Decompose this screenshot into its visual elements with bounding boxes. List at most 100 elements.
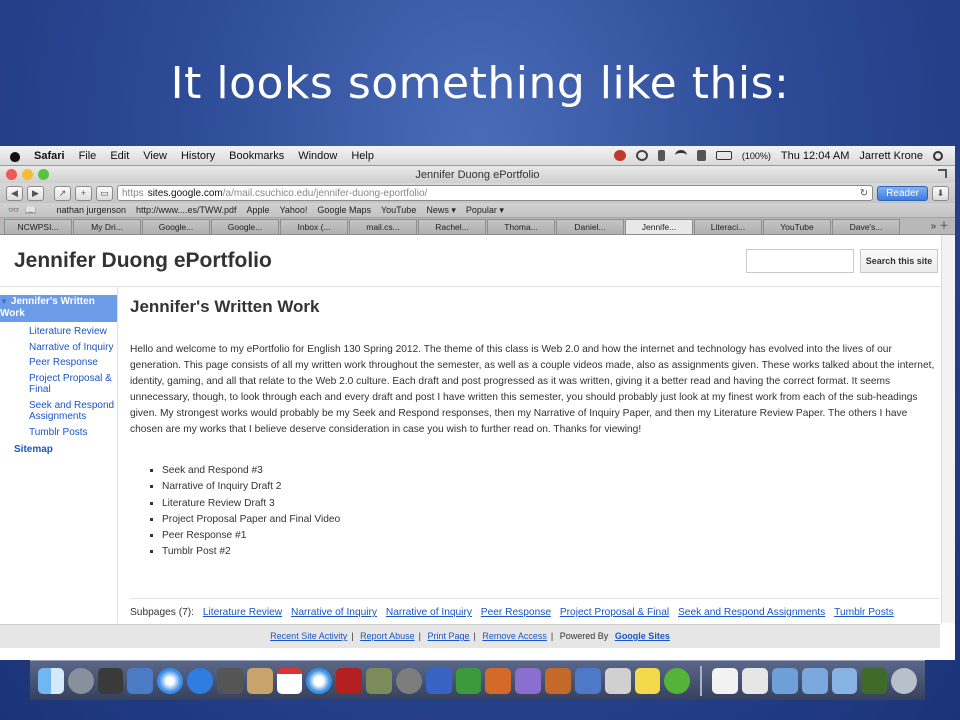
recent-activity-link[interactable]: Recent Site Activity [270, 631, 347, 641]
browser-tab[interactable]: Rachel... [418, 219, 486, 234]
browser-tab[interactable]: My Dri... [73, 219, 141, 234]
bookmarks-book-icon[interactable]: 📖 [25, 205, 36, 216]
site-title[interactable]: Jennifer Duong ePortfolio [14, 249, 272, 273]
spotlight-icon[interactable] [933, 150, 943, 161]
menu-app[interactable]: Safari [34, 150, 65, 162]
apple-icon[interactable] [10, 150, 20, 162]
subpage-link[interactable]: Tumblr Posts [834, 607, 894, 618]
browser-tab[interactable]: Thoma... [487, 219, 555, 234]
preview-icon[interactable] [604, 667, 631, 694]
menu-edit[interactable]: Edit [110, 150, 129, 162]
reload-icon[interactable]: ↻ [860, 188, 868, 199]
dashboard-icon[interactable] [97, 667, 124, 694]
subpage-link[interactable]: Narrative of Inquiry [291, 607, 377, 618]
browser-tab[interactable]: Google... [142, 219, 210, 234]
report-abuse-link[interactable]: Report Abuse [360, 631, 415, 641]
iphoto-icon[interactable] [366, 667, 392, 694]
browser-tab[interactable]: NCWPSI... [4, 219, 72, 234]
volume-icon[interactable] [696, 150, 706, 161]
bookmark-item[interactable]: News ▾ [426, 205, 456, 216]
system-preferences-icon[interactable] [395, 667, 422, 694]
facetime-icon[interactable] [216, 667, 243, 694]
pages-icon[interactable] [574, 667, 601, 694]
bookmark-item[interactable]: Apple [247, 205, 270, 215]
menu-file[interactable]: File [79, 150, 97, 162]
subpage-link[interactable]: Project Proposal & Final [560, 607, 669, 618]
reading-list-icon[interactable]: 👓 [8, 205, 19, 216]
folder-icon[interactable] [831, 667, 858, 694]
powerpoint-icon[interactable] [485, 667, 512, 694]
sidebar-toggle-icon[interactable]: ▭ [96, 185, 113, 201]
sidebar-item-narrative-of-inquiry[interactable]: Narrative of Inquiry [0, 342, 117, 354]
sidebar-item-seek-and-respond[interactable]: Seek and Respond Assignments [0, 400, 117, 423]
bookmark-item[interactable]: http://www....es/TWW.pdf [136, 205, 237, 215]
menu-history[interactable]: History [181, 150, 215, 162]
new-tab-button[interactable]: + [75, 185, 92, 201]
launchpad-icon[interactable] [67, 667, 94, 694]
folder-icon[interactable] [771, 667, 798, 694]
app-store-icon[interactable] [187, 667, 213, 694]
folder-icon[interactable] [801, 667, 828, 694]
excel-icon[interactable] [455, 667, 482, 694]
battery-icon[interactable] [715, 151, 732, 160]
share-button[interactable]: ↗ [54, 185, 71, 201]
bookmark-item[interactable]: Google Maps [317, 205, 371, 215]
sidebar-item-project-proposal[interactable]: Project Proposal & Final [0, 373, 117, 396]
more-tabs-icon[interactable]: » ＋ [925, 217, 955, 234]
safari-icon[interactable] [157, 667, 184, 694]
keynote-icon[interactable] [545, 667, 571, 694]
url-bar[interactable]: https sites.google.com/a/mail.csuchico.e… [117, 185, 874, 201]
bookmark-item[interactable]: Popular ▾ [466, 205, 504, 216]
bookmark-item[interactable]: Yahoo! [280, 205, 308, 215]
browser-tab[interactable]: Inbox (... [280, 219, 348, 234]
calendar-icon[interactable] [276, 667, 303, 694]
fullscreen-icon[interactable] [938, 169, 947, 178]
menu-clock[interactable]: Thu 12:04 AM [781, 150, 850, 162]
document-icon[interactable] [712, 667, 739, 694]
menu-window[interactable]: Window [298, 150, 337, 162]
bluetooth-icon[interactable] [657, 150, 665, 161]
sidebar-sitemap-link[interactable]: Sitemap [0, 444, 117, 455]
browser-tab[interactable]: YouTube [763, 219, 831, 234]
browser-tab[interactable]: Literaci... [694, 219, 762, 234]
page-scrollbar[interactable] [941, 235, 955, 623]
back-button[interactable]: ◀ [6, 185, 23, 201]
forward-button[interactable]: ▶ [27, 185, 44, 201]
time-machine-icon[interactable] [635, 150, 648, 161]
contacts-icon[interactable] [246, 667, 273, 694]
entourage-icon[interactable] [515, 667, 542, 694]
sidebar-item-tumblr-posts[interactable]: Tumblr Posts [0, 427, 117, 439]
sidebar-item-peer-response[interactable]: Peer Response [0, 357, 117, 369]
word-icon[interactable] [425, 667, 452, 694]
document-icon[interactable] [742, 667, 768, 694]
sidebar-item-current[interactable]: ▼ Jennifer's Written Work [0, 295, 117, 322]
bookmark-item[interactable]: YouTube [381, 205, 416, 215]
browser-tab[interactable]: Daniel... [556, 219, 624, 234]
menu-user[interactable]: Jarrett Krone [859, 150, 923, 162]
subpage-link[interactable]: Literature Review [203, 607, 282, 618]
site-search-input[interactable] [746, 249, 854, 273]
search-site-button[interactable]: Search this site [860, 249, 938, 273]
stickies-icon[interactable] [634, 667, 661, 694]
photo-booth-icon[interactable] [336, 667, 363, 694]
browser-tab[interactable]: Dave's... [832, 219, 900, 234]
browser-tab[interactable]: Google... [211, 219, 279, 234]
subpage-link[interactable]: Narrative of Inquiry [386, 607, 472, 618]
menu-bookmarks[interactable]: Bookmarks [229, 150, 284, 162]
subpage-link[interactable]: Seek and Respond Assignments [678, 607, 825, 618]
finder-icon[interactable] [38, 667, 64, 694]
trash-icon[interactable] [891, 667, 917, 694]
photo-app-icon[interactable] [127, 667, 154, 694]
print-page-link[interactable]: Print Page [427, 631, 469, 641]
remove-access-link[interactable]: Remove Access [482, 631, 547, 641]
wifi-icon[interactable] [674, 150, 687, 161]
google-sites-link[interactable]: Google Sites [615, 631, 670, 641]
reader-button[interactable]: Reader [877, 185, 928, 201]
browser-tab-active[interactable]: Jennife... [625, 219, 693, 234]
sidebar-item-literature-review[interactable]: Literature Review [0, 326, 117, 338]
spotify-icon[interactable] [664, 667, 691, 694]
downloads-icon[interactable]: ⬇ [932, 185, 949, 201]
bookmark-item[interactable]: nathan jurgenson [56, 205, 126, 215]
downloads-stack-icon[interactable] [861, 667, 888, 694]
subpage-link[interactable]: Peer Response [481, 607, 551, 618]
